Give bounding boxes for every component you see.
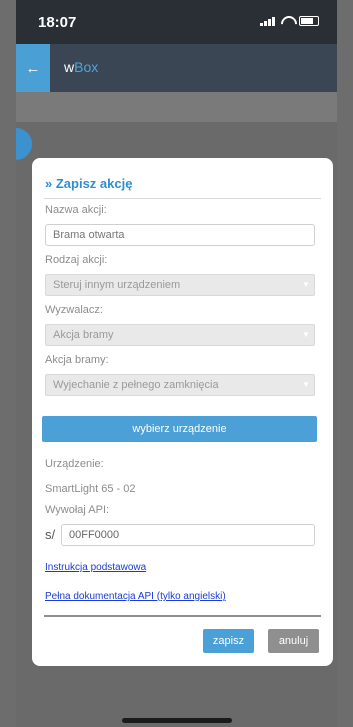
trigger-select[interactable]: Akcja bramy ▼ [45,324,315,346]
trigger-value: Akcja bramy [53,329,114,341]
chevron-down-icon: ▼ [302,380,310,389]
gate-action-label: Akcja bramy: [45,354,109,366]
action-name-label: Nazwa akcji: [45,204,107,216]
status-time: 18:07 [38,14,77,31]
device-label: Urządzenie: [45,458,104,470]
title-divider [44,198,321,199]
footer-divider [44,615,321,617]
wifi-icon [280,16,294,26]
device-value: SmartLight 65 - 02 [45,483,136,495]
back-arrow-icon: ← [25,59,41,77]
back-button[interactable]: ← [16,44,50,92]
signal-icon [260,16,275,26]
full-api-docs-link[interactable]: Pełna dokumentacja API (tylko angielski) [45,591,226,602]
api-command-input[interactable]: 00FF0000 [61,524,315,546]
app-title-prefix: w [64,59,75,75]
chevron-down-icon: ▼ [302,330,310,339]
action-type-value: Steruj innym urządzeniem [53,279,181,291]
status-icons [260,16,319,26]
api-label: Wywołaj API: [45,504,110,516]
page-backdrop [16,92,337,122]
app-title: wBox [64,59,98,75]
api-call-row: s/ 00FF0000 [45,524,315,546]
save-button[interactable]: zapisz [203,629,254,653]
cancel-button[interactable]: anuluj [268,629,319,653]
dialog-title: » Zapisz akcję [45,176,133,191]
gate-action-select[interactable]: Wyjechanie z pełnego zamknięcia ▼ [45,374,315,396]
action-name-input[interactable]: Brama otwarta [45,224,315,246]
status-bar: 18:07 [16,0,337,44]
app-bar: ← wBox [16,44,337,92]
api-prefix: s/ [45,527,56,542]
action-type-select[interactable]: Steruj innym urządzeniem ▼ [45,274,315,296]
home-indicator[interactable] [122,718,232,723]
choose-device-button[interactable]: wybierz urządzenie [42,416,317,442]
background-circle-button [16,128,32,160]
app-title-suffix: Box [74,59,99,75]
action-type-label: Rodzaj akcji: [45,254,108,266]
basic-instructions-link[interactable]: Instrukcja podstawowa [45,562,146,573]
trigger-label: Wyzwalacz: [45,304,103,316]
phone-screen: 18:07 ← wBox » Zapisz akcję Nazwa akcji:… [16,0,337,727]
battery-icon [299,16,319,26]
save-action-dialog: » Zapisz akcję Nazwa akcji: Brama otwart… [32,158,333,666]
chevron-down-icon: ▼ [302,280,310,289]
gate-action-value: Wyjechanie z pełnego zamknięcia [53,379,219,391]
